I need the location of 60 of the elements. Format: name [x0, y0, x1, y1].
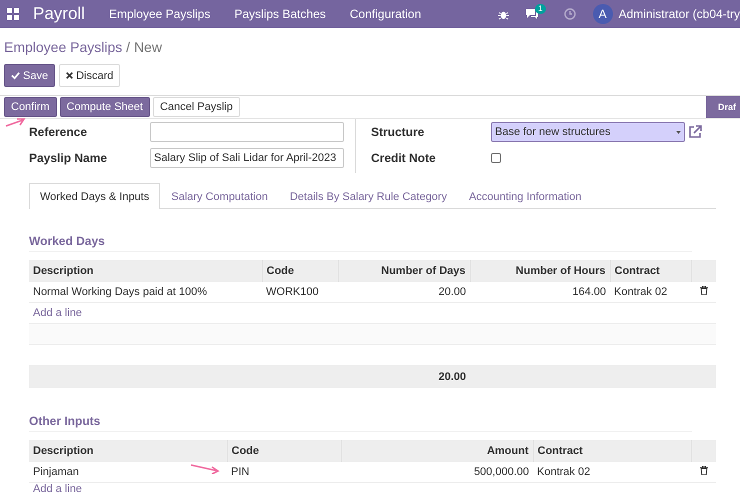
action-button[interactable]: Compute Sheet — [60, 97, 150, 117]
table-cell: Kontrak 02 — [533, 462, 691, 482]
table-cell: Normal Working Days paid at 100% — [29, 282, 262, 302]
menu-item[interactable]: Employee Payslips — [108, 7, 210, 21]
column-header[interactable]: Code — [262, 260, 338, 282]
user-avatar[interactable]: A — [592, 4, 613, 24]
action-button[interactable]: Cancel Payslip — [152, 97, 240, 117]
table-cell: WORK100 — [262, 282, 338, 302]
input-field[interactable]: Salary Slip of Sali Lidar for April-2023 — [150, 148, 344, 168]
section-title: Other Inputs — [29, 414, 692, 432]
menu-item[interactable]: Payslips Batches — [234, 7, 326, 21]
tab[interactable]: Worked Days & Inputs — [29, 183, 160, 209]
status-stage[interactable]: Draf — [706, 96, 740, 118]
check-icon — [11, 71, 20, 80]
table-cell: 20.00 — [338, 282, 470, 302]
table-cell: PIN — [227, 462, 341, 482]
column-header[interactable]: Number of Days — [338, 260, 470, 282]
add-line-link[interactable]: Add a line — [33, 483, 82, 495]
discard-button[interactable]: Discard — [59, 64, 120, 87]
credit-note-checkbox[interactable] — [491, 153, 501, 163]
annotation-arrow-icon — [190, 464, 220, 474]
table-cell: 500,000.00 — [341, 462, 533, 482]
user-name[interactable]: Administrator (cb04-try — [618, 7, 740, 21]
table-cell: Kontrak 02 — [610, 282, 691, 302]
column-header[interactable]: Description — [29, 440, 227, 462]
apps-grid-icon[interactable] — [7, 8, 19, 20]
field-label: Credit Note — [371, 151, 437, 165]
external-link-icon[interactable] — [688, 125, 702, 139]
field-label: Payslip Name — [29, 151, 108, 165]
notification-badge: 1 — [535, 4, 546, 14]
field-label: Reference — [29, 125, 88, 139]
tab[interactable]: Accounting Information — [458, 183, 592, 209]
tab[interactable]: Details By Salary Rule Category — [278, 183, 458, 209]
trash-icon[interactable] — [700, 286, 708, 295]
column-header[interactable]: Contract — [610, 260, 691, 282]
column-header[interactable]: Contract — [533, 440, 691, 462]
breadcrumb-link[interactable]: Employee Payslips — [4, 39, 122, 55]
column-header[interactable]: Code — [227, 440, 341, 462]
column-header[interactable]: Description — [29, 260, 262, 282]
breadcrumb-current: / New — [125, 39, 162, 55]
close-icon — [66, 72, 74, 79]
trash-icon[interactable] — [700, 466, 708, 475]
messages-icon[interactable] — [525, 8, 540, 20]
section-title: Worked Days — [29, 234, 692, 252]
save-button[interactable]: Save — [4, 64, 56, 87]
table-cell: 164.00 — [470, 282, 610, 302]
total-value: 20.00 — [438, 371, 466, 383]
action-button[interactable]: Confirm — [4, 97, 57, 117]
column-header[interactable]: Amount — [341, 440, 533, 462]
annotation-arrow-icon — [5, 117, 27, 127]
app-title[interactable]: Payroll — [33, 4, 85, 24]
menu-item[interactable]: Configuration — [350, 7, 422, 21]
caret-icon — [676, 130, 681, 134]
input-field[interactable] — [150, 122, 344, 142]
table-cell: Pinjaman — [29, 462, 227, 482]
add-line-link[interactable]: Add a line — [33, 307, 82, 319]
tab[interactable]: Salary Computation — [160, 183, 279, 209]
column-header[interactable]: Number of Hours — [470, 260, 610, 282]
structure-select[interactable]: Base for new structures — [491, 122, 685, 142]
field-label: Structure — [371, 125, 426, 139]
